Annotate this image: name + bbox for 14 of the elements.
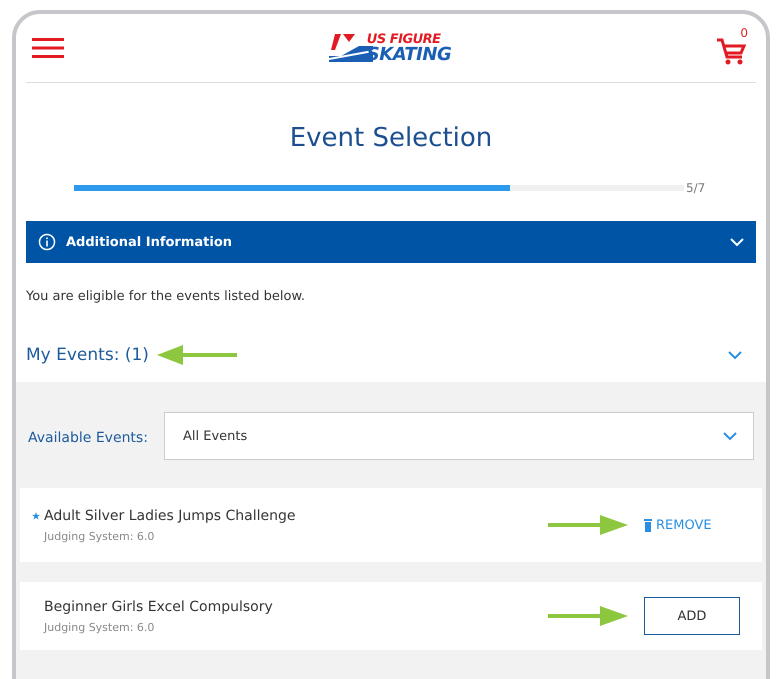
my-events-toggle[interactable]: My Events: (1) (26, 342, 756, 368)
add-button[interactable]: ADD (644, 597, 740, 635)
eligibility-text: You are eligible for the events listed below. (26, 289, 306, 304)
judging-system: Judging System: 6.0 (44, 620, 156, 634)
progress-label: 5/7 (686, 181, 706, 195)
event-name: Beginner Girls Excel Compulsory (44, 598, 273, 614)
judging-system: Judging System: 6.0 (44, 530, 156, 542)
info-panel-header[interactable]: Additional Information (26, 221, 756, 263)
events-dropdown[interactable]: All Events (164, 412, 754, 460)
page-title: Event Selection (288, 123, 494, 153)
filter-label: Available Events: (28, 430, 149, 446)
panel-label: Additional Information (66, 234, 234, 250)
logo-text: US FIGURE (366, 33, 441, 46)
event-name: Adult Silver Ladies Jumps Challenge (44, 508, 296, 524)
